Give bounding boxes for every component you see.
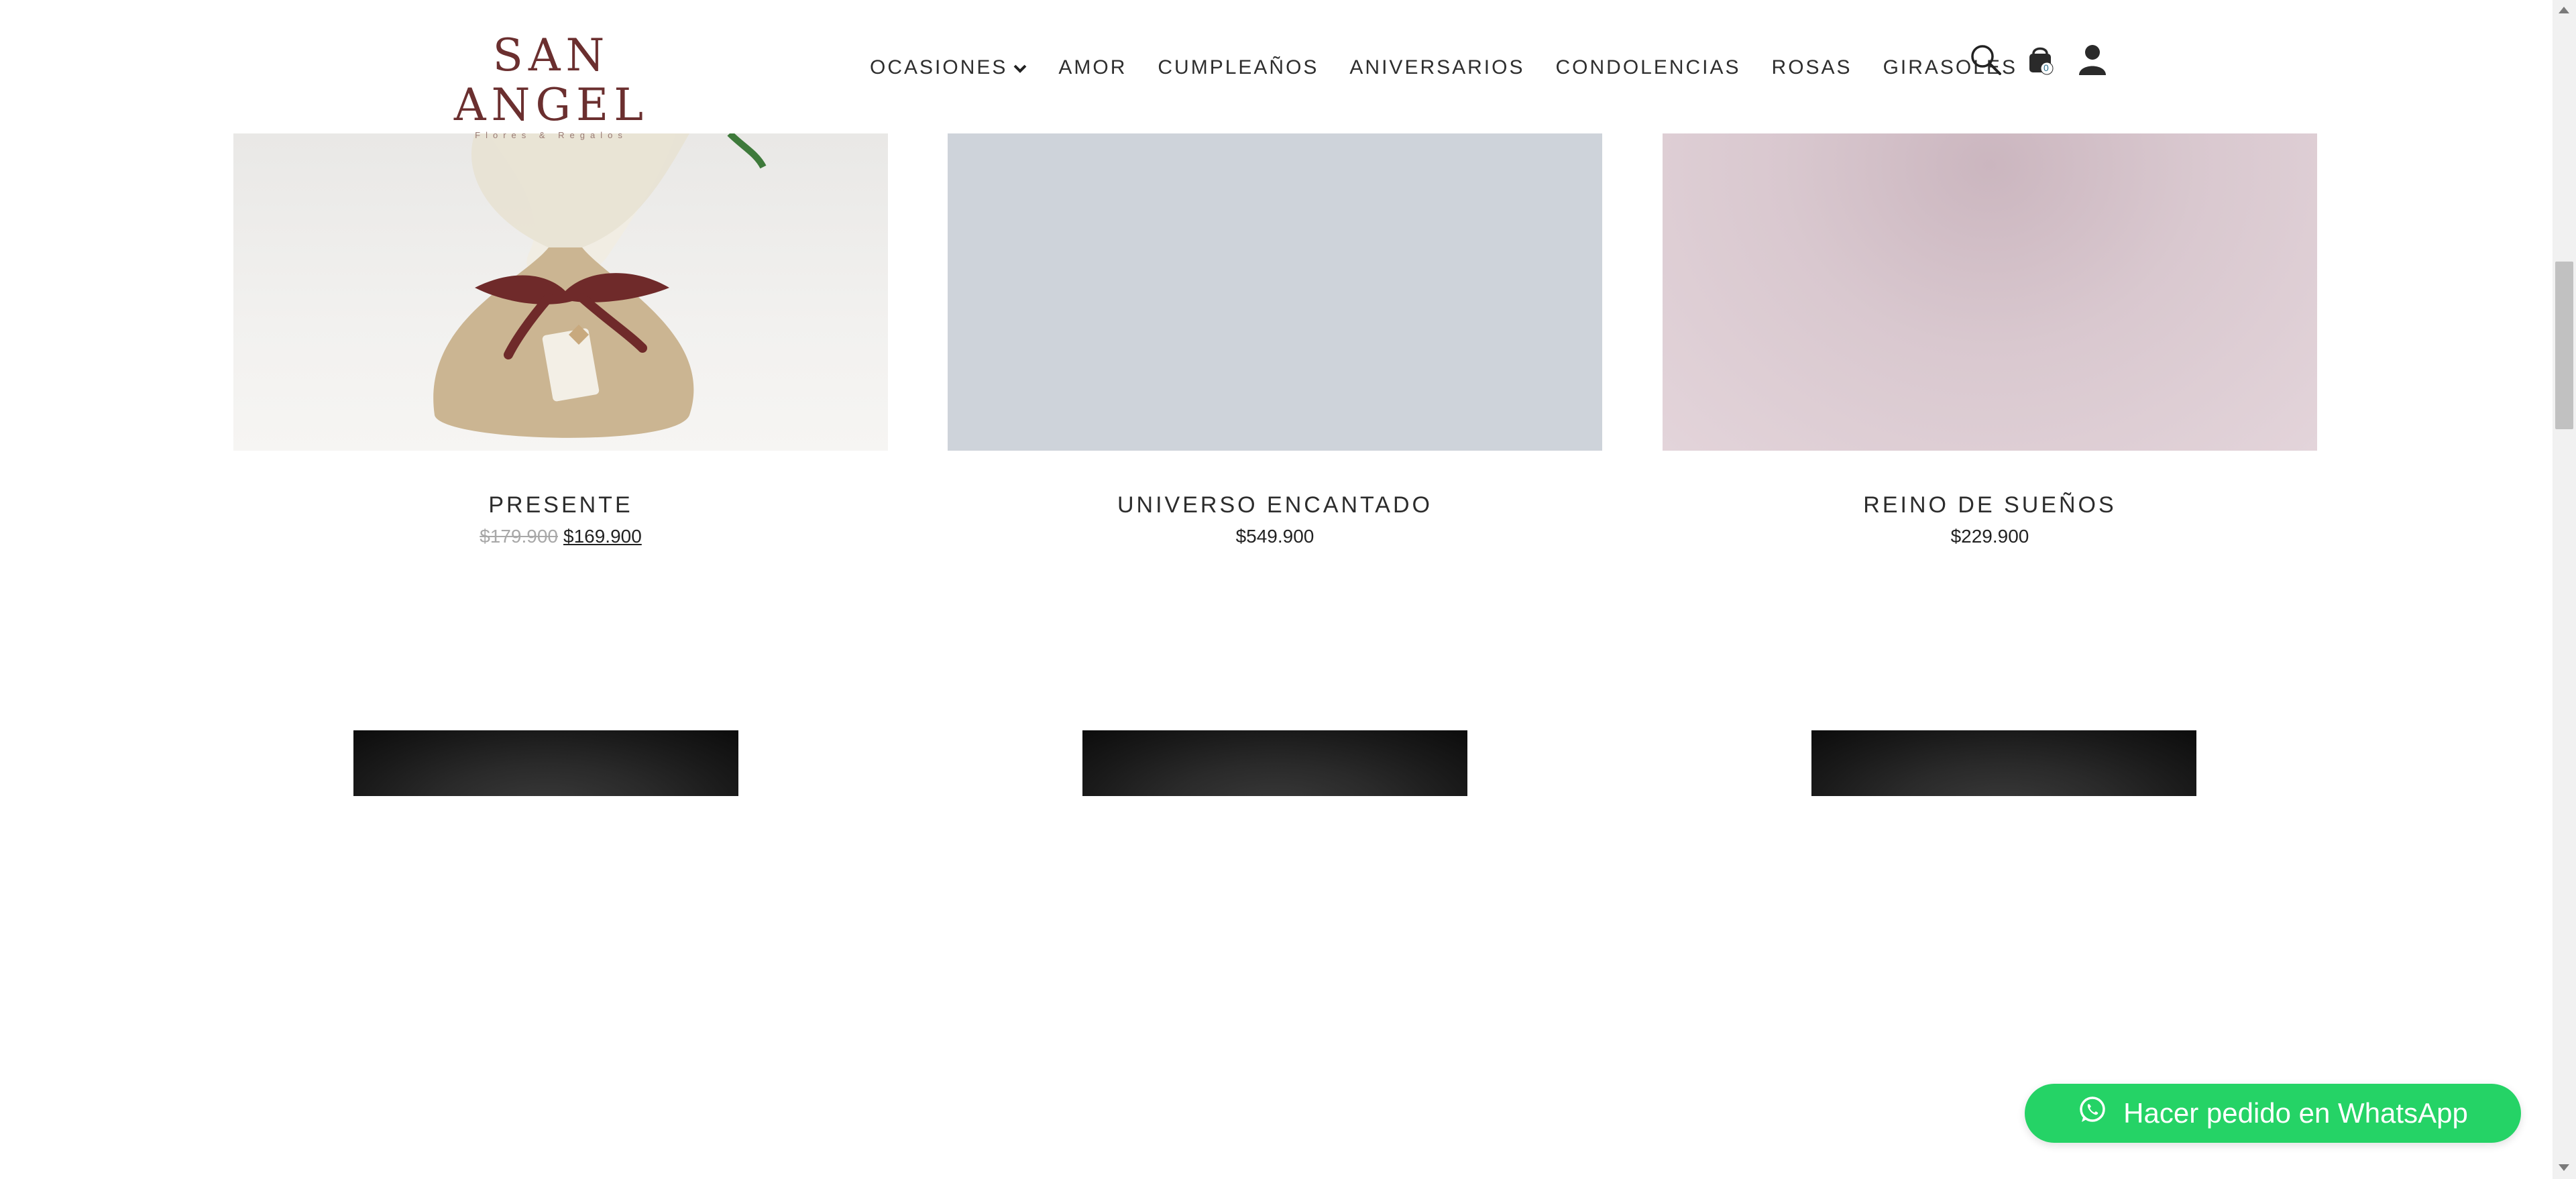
site-header: SAN ANGEL Flores & Regalos OCASIONES AMO… <box>0 0 2553 140</box>
product-image[interactable] <box>353 730 738 796</box>
product-name[interactable]: UNIVERSO ENCANTADO <box>948 492 1602 518</box>
cart-icon[interactable]: 0 <box>2025 43 2055 80</box>
brand-name: SAN ANGEL <box>453 30 649 131</box>
product-image-reino-de-suenos[interactable] <box>1663 133 2317 451</box>
old-price: $179.900 <box>480 526 558 547</box>
product-image-presente[interactable] <box>233 133 888 451</box>
product-image[interactable] <box>1082 730 1467 796</box>
header-icons: 0 <box>1969 43 2107 80</box>
page-scrollbar[interactable] <box>2553 0 2576 1179</box>
product-price: $229.900 <box>1950 526 2029 547</box>
whatsapp-icon <box>2078 1095 2107 1131</box>
sale-price: $169.900 <box>563 526 642 547</box>
nav-item-amor[interactable]: AMOR <box>1058 56 1127 79</box>
whatsapp-order-button[interactable]: Hacer pedido en WhatsApp <box>2025 1084 2521 1143</box>
brand-logo[interactable]: SAN ANGEL Flores & Regalos <box>424 30 679 141</box>
account-icon[interactable] <box>2078 43 2107 80</box>
search-icon[interactable] <box>1969 43 2003 80</box>
scrollbar-thumb[interactable] <box>2555 262 2573 429</box>
chevron-down-icon <box>1013 56 1027 79</box>
product-price: $179.900 $169.900 <box>233 526 888 547</box>
product-name[interactable]: REINO DE SUEÑOS <box>1663 492 2317 518</box>
product-image[interactable] <box>1811 730 2196 796</box>
product-name[interactable]: PRESENTE <box>233 492 888 518</box>
brand-tagline: Flores & Regalos <box>475 130 628 140</box>
product-price: $549.900 <box>1235 526 1314 547</box>
scroll-down-icon[interactable] <box>2559 1164 2569 1171</box>
whatsapp-label: Hacer pedido en WhatsApp <box>2123 1097 2468 1129</box>
nav-item-aniversarios[interactable]: ANIVERSARIOS <box>1349 56 1524 79</box>
scroll-up-icon[interactable] <box>2559 7 2569 13</box>
nav-item-ocasiones[interactable]: OCASIONES <box>870 56 1027 79</box>
cart-count: 0 <box>2043 62 2049 73</box>
product-image-universo-encantado[interactable] <box>948 133 1602 451</box>
main-nav: OCASIONES AMOR CUMPLEAÑOS ANIVERSARIOS C… <box>870 54 2017 82</box>
nav-item-cumpleanos[interactable]: CUMPLEAÑOS <box>1158 56 1319 79</box>
page-viewport: SAN ANGEL Flores & Regalos OCASIONES AMO… <box>0 0 2553 1179</box>
nav-item-label: OCASIONES <box>870 56 1008 78</box>
nav-item-condolencias[interactable]: CONDOLENCIAS <box>1555 56 1740 79</box>
nav-item-rosas[interactable]: ROSAS <box>1772 56 1852 79</box>
